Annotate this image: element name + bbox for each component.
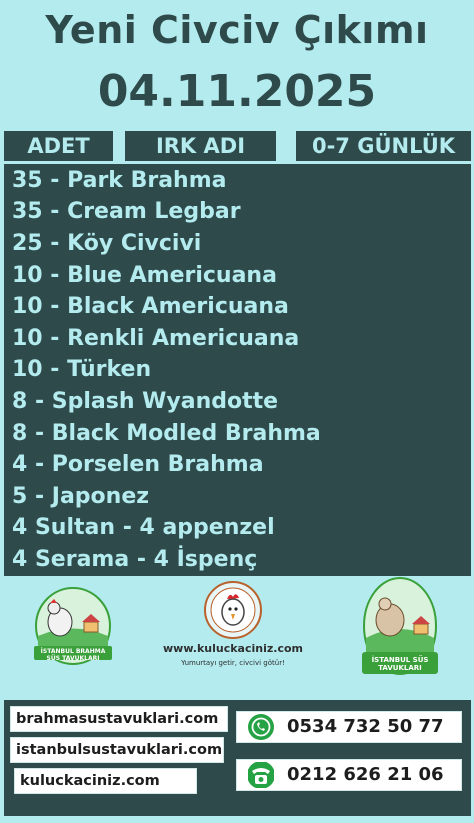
list-item: 8 - Splash Wyandotte: [12, 389, 279, 414]
landline-number: 0212 626 21 06: [287, 764, 444, 785]
center-slogan: Yumurtayı getir, civcivi götür!: [181, 659, 285, 667]
brahma-logo: İSTANBUL BRAHMA SÜS TAVUKLARI: [28, 586, 118, 668]
website-kuluckaciniz[interactable]: kuluckaciniz.com: [14, 768, 197, 794]
list-item: 25 - Köy Civcivi: [12, 231, 202, 256]
website-brahma[interactable]: brahmasustavuklari.com: [10, 706, 228, 732]
list-item: 4 - Porselen Brahma: [12, 452, 264, 477]
center-url: www.kuluckaciniz.com: [163, 642, 303, 655]
list-item: 4 Serama - 4 İspenç: [12, 547, 258, 572]
right-badge-text: İSTANBUL SÜS TAVUKLARI: [371, 656, 429, 672]
kuluckaciniz-logo: [200, 580, 266, 642]
page-title: Yeni Civciv Çıkımı: [45, 8, 429, 52]
landline-phone[interactable]: 0212 626 21 06: [236, 759, 462, 791]
website-istanbul[interactable]: istanbulsustavuklari.com: [10, 737, 224, 763]
list-item: 10 - Blue Americuana: [12, 263, 277, 288]
list-item: 4 Sultan - 4 appenzel: [12, 515, 275, 540]
telephone-icon: [248, 762, 274, 788]
chick-list-panel: 35 - Park Brahma 35 - Cream Legbar 25 - …: [4, 164, 471, 576]
list-item: 5 - Japonez: [12, 484, 150, 509]
header-adet: ADET: [4, 131, 113, 161]
list-item: 8 - Black Modled Brahma: [12, 421, 321, 446]
header-irk: IRK ADI: [125, 131, 276, 161]
release-date: 04.11.2025: [97, 66, 377, 117]
mobile-number: 0534 732 50 77: [287, 716, 444, 737]
list-item: 10 - Türken: [12, 357, 152, 382]
left-badge-text: İSTANBUL BRAHMA SÜS TAVUKLARI: [40, 648, 106, 662]
list-item: 10 - Black Americuana: [12, 294, 289, 319]
list-item: 35 - Park Brahma: [12, 168, 227, 193]
list-item: 10 - Renkli Americuana: [12, 326, 300, 351]
whatsapp-icon: [248, 714, 274, 740]
list-item: 35 - Cream Legbar: [12, 199, 241, 224]
sus-tavuklari-logo: İSTANBUL SÜS TAVUKLARI: [358, 576, 442, 682]
mobile-phone[interactable]: 0534 732 50 77: [236, 711, 462, 743]
header-age: 0-7 GÜNLÜK: [296, 131, 471, 161]
